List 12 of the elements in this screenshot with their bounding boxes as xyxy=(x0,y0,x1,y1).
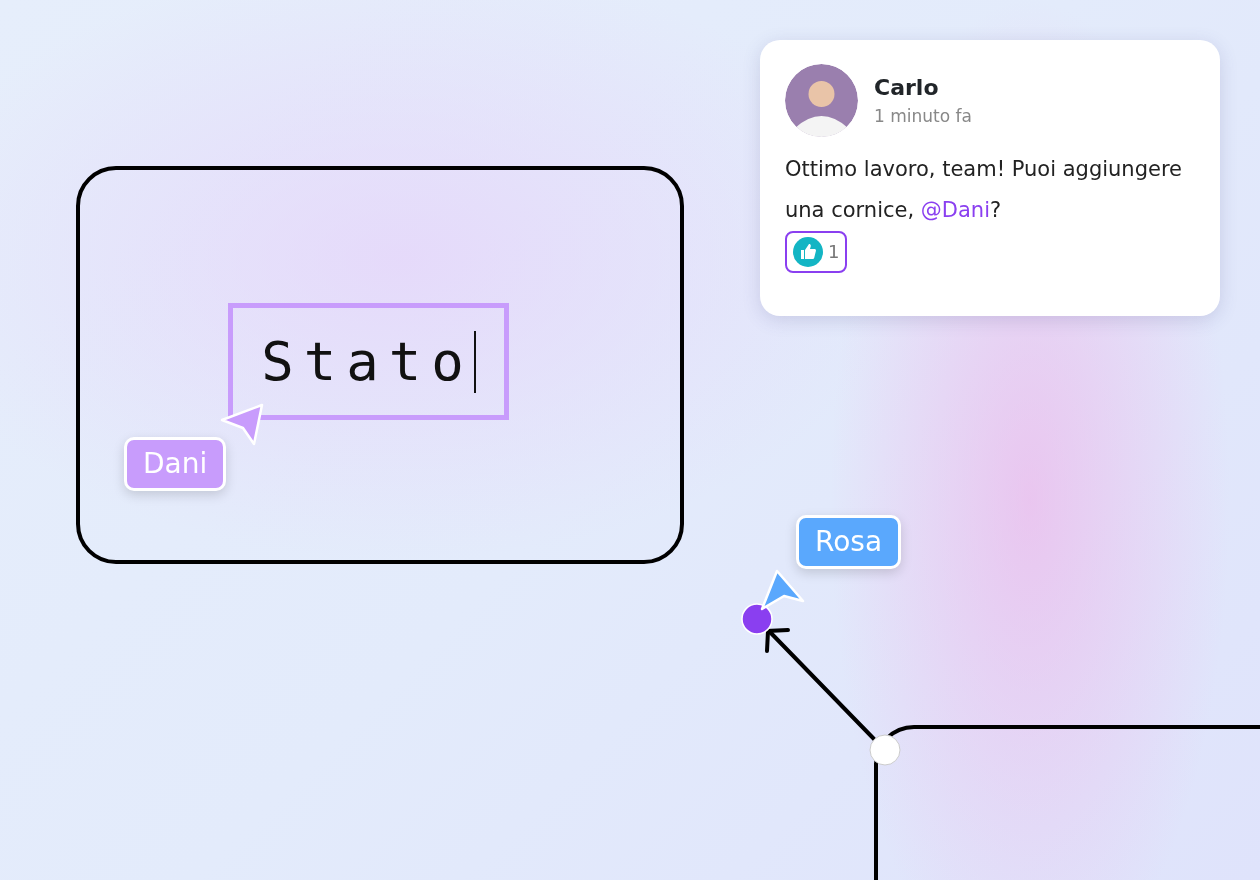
connector-endpoint[interactable] xyxy=(741,603,773,635)
connector-handle[interactable] xyxy=(869,734,901,766)
mention-link[interactable]: @Dani xyxy=(920,197,990,222)
thumbs-up-icon xyxy=(793,236,823,267)
cursor-label: Dani xyxy=(124,437,227,492)
comment-text: Ottimo lavoro, team! Puoi aggiungere una cornice, @Dani? xyxy=(785,156,1184,224)
author-name: Carlo xyxy=(874,74,940,103)
arrow-connector[interactable] xyxy=(765,628,876,741)
timestamp: 1 minuto fa xyxy=(874,105,972,129)
cursor-label: Rosa xyxy=(796,515,902,570)
text-box[interactable]: Stato xyxy=(228,303,509,420)
reaction-button[interactable]: 1 xyxy=(785,230,848,273)
